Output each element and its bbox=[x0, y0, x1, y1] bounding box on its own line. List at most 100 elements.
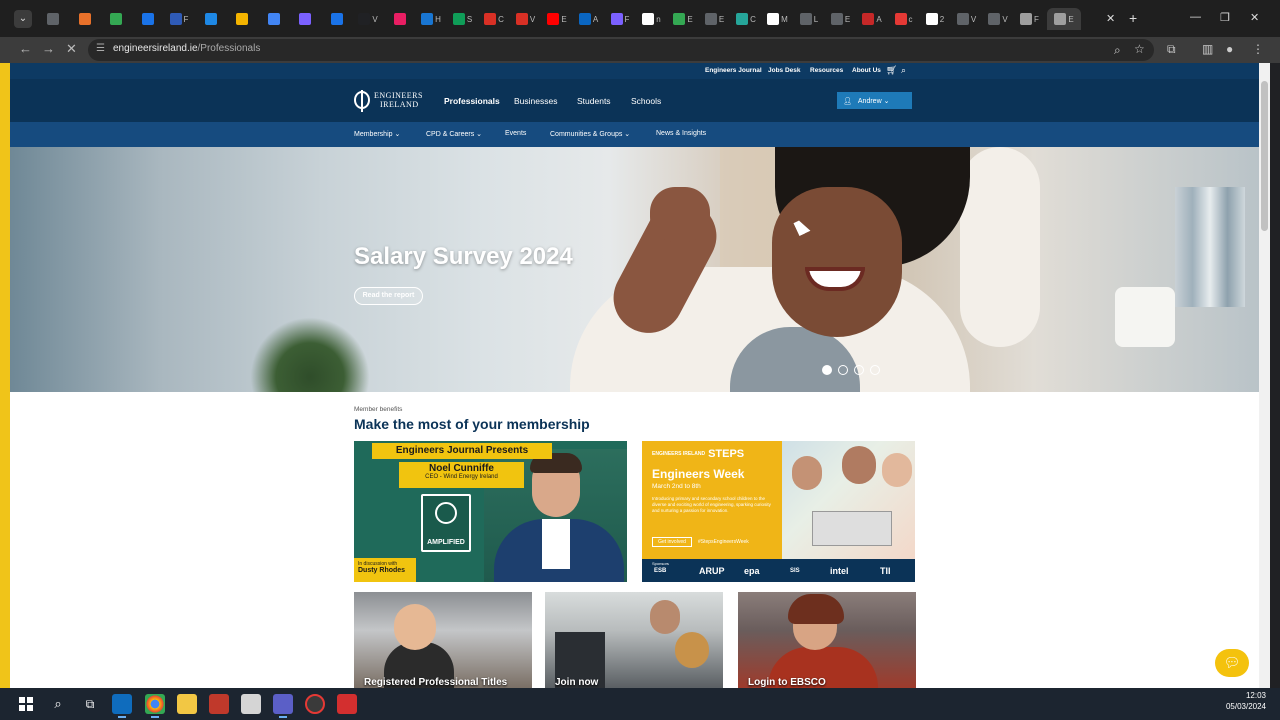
subnav-news-insights[interactable]: News & Insights bbox=[656, 130, 706, 137]
browser-tab[interactable]: A bbox=[575, 8, 603, 30]
hero-bg-books bbox=[1175, 187, 1245, 307]
taskbar-search-icon[interactable]: ⌕ bbox=[48, 694, 68, 714]
nav-professionals[interactable]: Professionals bbox=[444, 96, 500, 106]
new-tab-button[interactable]: + bbox=[1129, 10, 1137, 26]
back-icon[interactable]: ← bbox=[19, 41, 32, 56]
browser-tab[interactable] bbox=[260, 8, 288, 30]
close-tab-icon[interactable]: ✕ bbox=[1106, 12, 1115, 25]
acrobat-icon[interactable] bbox=[337, 694, 357, 714]
browser-tab[interactable]: M bbox=[764, 8, 792, 30]
file-explorer-icon[interactable] bbox=[177, 694, 197, 714]
browser-tab[interactable]: L bbox=[795, 8, 823, 30]
chrome-icon[interactable] bbox=[145, 694, 165, 718]
forward-icon[interactable]: → bbox=[42, 41, 55, 56]
carousel-dot-2[interactable] bbox=[838, 365, 848, 375]
carousel-dot-4[interactable] bbox=[870, 365, 880, 375]
browser-tab[interactable]: F bbox=[606, 8, 634, 30]
browser-tab[interactable]: 2 bbox=[921, 8, 949, 30]
browser-tab[interactable]: V bbox=[984, 8, 1012, 30]
url-text[interactable]: engineersireland.ie/Professionals bbox=[113, 43, 260, 54]
stop-loading-icon[interactable]: ✕ bbox=[66, 41, 77, 57]
steps-engineers-week-card[interactable]: ENGINEERS IRELAND STEPS Engineers Week M… bbox=[642, 441, 915, 582]
menu-icon[interactable]: ⋮ bbox=[1252, 42, 1264, 56]
snipping-icon[interactable] bbox=[241, 694, 261, 714]
outlook-icon[interactable] bbox=[112, 694, 132, 718]
task-view-icon[interactable]: ⧉ bbox=[80, 694, 100, 714]
hero-banner[interactable]: Salary Survey 2024 Read the report bbox=[10, 147, 1259, 392]
browser-tab[interactable] bbox=[323, 8, 351, 30]
browser-tab[interactable] bbox=[291, 8, 319, 30]
browser-tab[interactable]: V bbox=[354, 8, 382, 30]
brave-icon[interactable] bbox=[209, 694, 229, 714]
restore-icon[interactable]: ❐ bbox=[1220, 11, 1230, 24]
tab-search-button[interactable]: ⌄ bbox=[14, 10, 32, 28]
extensions-icon[interactable]: ⧉ bbox=[1167, 42, 1176, 57]
cart-icon[interactable]: 🛒︎ bbox=[886, 65, 897, 76]
person-figure-2 bbox=[675, 632, 709, 668]
utility-link-resources[interactable]: Resources bbox=[810, 67, 843, 74]
browser-tab[interactable] bbox=[228, 8, 256, 30]
engineers-journal-card[interactable]: Engineers Journal Presents Noel Cunniffe… bbox=[354, 441, 627, 582]
utility-link-engineers-journal[interactable]: Engineers Journal bbox=[705, 67, 762, 74]
utility-link-jobs-desk[interactable]: Jobs Desk bbox=[768, 67, 801, 74]
registered-titles-card[interactable]: Registered Professional Titles bbox=[354, 592, 532, 688]
browser-tab[interactable]: V bbox=[953, 8, 981, 30]
nav-students[interactable]: Students bbox=[577, 96, 611, 106]
browser-tab[interactable] bbox=[197, 8, 225, 30]
teams-icon[interactable] bbox=[273, 694, 293, 718]
browser-tab[interactable]: E bbox=[543, 8, 571, 30]
side-panel-icon[interactable]: ▥ bbox=[1202, 42, 1213, 56]
browser-tab[interactable] bbox=[386, 8, 414, 30]
engineers-ireland-logo[interactable]: ENGINEERS IRELAND bbox=[354, 90, 423, 112]
browser-tab[interactable]: C bbox=[732, 8, 760, 30]
browser-tab[interactable]: S bbox=[449, 8, 477, 30]
carousel-dot-3[interactable] bbox=[854, 365, 864, 375]
browser-tab[interactable]: E bbox=[1047, 8, 1081, 30]
section-title: Make the most of your membership bbox=[354, 416, 590, 432]
close-window-icon[interactable]: ✕ bbox=[1250, 11, 1259, 24]
system-clock[interactable]: 12:03 05/03/2024 bbox=[1222, 690, 1266, 712]
read-report-button[interactable]: Read the report bbox=[354, 287, 423, 305]
utility-link-about-us[interactable]: About Us bbox=[852, 67, 881, 74]
subnav-communities-groups[interactable]: Communities & Groups ⌄ bbox=[550, 130, 630, 138]
browser-tab[interactable]: A bbox=[858, 8, 886, 30]
browser-tab[interactable] bbox=[134, 8, 162, 30]
browser-tab[interactable]: c bbox=[890, 8, 918, 30]
nav-businesses[interactable]: Businesses bbox=[514, 96, 557, 106]
nav-schools[interactable]: Schools bbox=[631, 96, 661, 106]
record-icon[interactable] bbox=[305, 694, 325, 714]
subnav-cpd-careers[interactable]: CPD & Careers ⌄ bbox=[426, 130, 482, 138]
browser-tab[interactable]: V bbox=[512, 8, 540, 30]
browser-tab[interactable] bbox=[102, 8, 130, 30]
scrollbar-thumb[interactable] bbox=[1261, 81, 1268, 231]
site-info-icon[interactable]: ☰ bbox=[96, 43, 105, 54]
get-involved-button[interactable]: Get involved bbox=[652, 537, 692, 547]
minimize-icon[interactable]: — bbox=[1190, 11, 1201, 23]
tab-title: C bbox=[498, 14, 504, 24]
profile-avatar-icon[interactable]: ● bbox=[1226, 42, 1233, 56]
browser-tab[interactable]: F bbox=[165, 8, 193, 30]
chat-bubble-icon[interactable]: 💬︎ bbox=[1215, 649, 1249, 677]
address-bar[interactable]: ☰ engineersireland.ie/Professionals ⌕ ☆ bbox=[88, 39, 1154, 61]
tab-favicon-icon bbox=[393, 13, 406, 25]
bookmark-star-icon[interactable]: ☆ bbox=[1134, 42, 1145, 56]
join-now-card[interactable]: Join now bbox=[545, 592, 723, 688]
zoom-icon[interactable]: ⌕ bbox=[1114, 43, 1121, 58]
start-icon[interactable] bbox=[16, 694, 36, 714]
browser-tab[interactable]: E bbox=[827, 8, 855, 30]
browser-tab[interactable] bbox=[39, 8, 67, 30]
browser-tab[interactable]: E bbox=[701, 8, 729, 30]
browser-tab[interactable] bbox=[71, 8, 99, 30]
browser-tab[interactable]: E bbox=[669, 8, 697, 30]
subnav-events[interactable]: Events bbox=[505, 130, 526, 137]
browser-tab[interactable]: C bbox=[480, 8, 508, 30]
ebsco-login-card[interactable]: Login to EBSCO bbox=[738, 592, 916, 688]
browser-tab[interactable]: n bbox=[638, 8, 666, 30]
subnav-membership[interactable]: Membership ⌄ bbox=[354, 130, 400, 138]
account-button[interactable]: 👤︎ Andrew ⌄ bbox=[837, 92, 912, 109]
carousel-dot-1[interactable] bbox=[822, 365, 832, 375]
browser-tab[interactable]: H bbox=[417, 8, 445, 30]
browser-tab[interactable]: F bbox=[1016, 8, 1044, 30]
page-scrollbar[interactable] bbox=[1259, 63, 1270, 688]
search-icon[interactable]: ⌕ bbox=[901, 65, 906, 76]
